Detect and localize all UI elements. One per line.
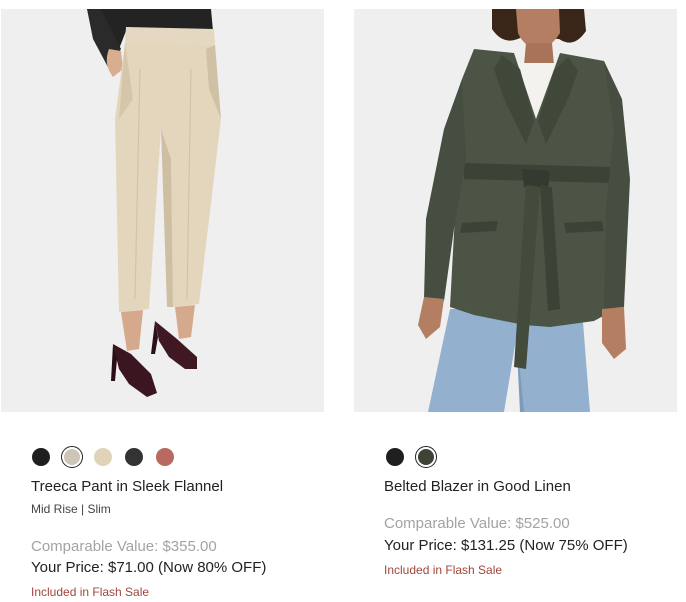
color-swatches — [32, 444, 187, 470]
product-image-treeca-pant[interactable] — [1, 9, 324, 412]
flash-sale-label: Included in Flash Sale — [31, 585, 150, 599]
pant-photo — [1, 9, 324, 412]
color-swatch-charcoal[interactable] — [125, 448, 143, 466]
color-swatch-black[interactable] — [32, 448, 50, 466]
your-price: Your Price: $131.25 (Now 75% OFF) — [384, 537, 628, 554]
color-swatch-rose[interactable] — [156, 448, 174, 466]
your-price: Your Price: $71.00 (Now 80% OFF) — [31, 559, 267, 576]
color-swatch-sand[interactable] — [94, 448, 112, 466]
comparable-value: Comparable Value: $355.00 — [31, 538, 217, 555]
product-card-treeca-pant: Treeca Pant in Sleek Flannel Mid Rise | … — [1, 9, 324, 599]
color-swatches — [386, 444, 448, 470]
product-name[interactable]: Belted Blazer in Good Linen — [384, 478, 571, 495]
product-grid: Treeca Pant in Sleek Flannel Mid Rise | … — [0, 0, 686, 602]
color-swatch-stone[interactable] — [61, 446, 83, 468]
product-image-belted-blazer[interactable] — [354, 9, 677, 412]
color-swatch-dark-olive[interactable] — [415, 446, 437, 468]
product-subtitle: Mid Rise | Slim — [31, 502, 111, 516]
product-card-belted-blazer: Belted Blazer in Good Linen Comparable V… — [354, 9, 677, 577]
product-name[interactable]: Treeca Pant in Sleek Flannel — [31, 478, 223, 495]
blazer-photo — [354, 9, 677, 412]
flash-sale-label: Included in Flash Sale — [384, 563, 503, 577]
comparable-value: Comparable Value: $525.00 — [384, 515, 570, 532]
color-swatch-black[interactable] — [386, 448, 404, 466]
